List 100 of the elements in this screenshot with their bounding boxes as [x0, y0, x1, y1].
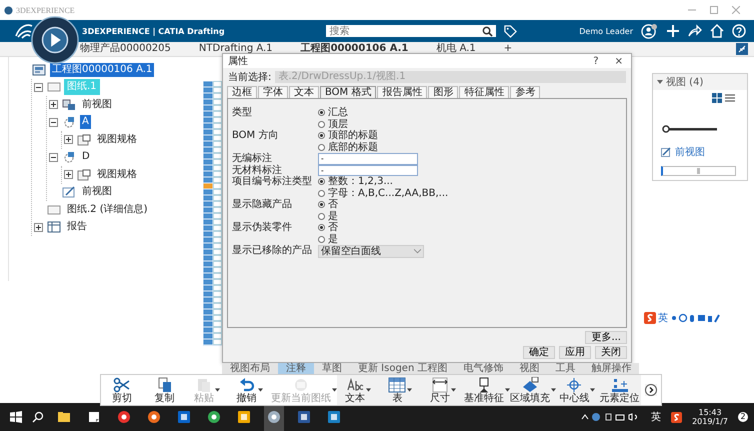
tag-icon[interactable]	[504, 24, 518, 38]
compass-icon[interactable]	[31, 16, 79, 64]
taskbar-app-icon[interactable]	[117, 410, 131, 424]
ribbon-tab[interactable]: 触屏操作	[583, 363, 640, 374]
avatar-icon[interactable]	[641, 24, 658, 38]
dialog-tab[interactable]: BOM 格式	[320, 86, 376, 98]
tree-item[interactable]: A	[80, 115, 91, 130]
taskbar-app-icon[interactable]	[147, 410, 161, 424]
radio-option[interactable]: 否	[318, 199, 338, 210]
tree-item[interactable]: D	[80, 150, 92, 164]
expand-icon[interactable]	[64, 135, 73, 144]
ribbon-tab[interactable]: 电气修饰	[455, 363, 512, 374]
grid-view-icon[interactable]	[712, 93, 722, 103]
document-tab[interactable]: +	[504, 43, 512, 55]
dialog-tab[interactable]: 文本	[289, 86, 319, 98]
expand-icon[interactable]	[64, 170, 73, 180]
taskbar-app-icon[interactable]	[267, 410, 281, 424]
caret-icon[interactable]	[590, 388, 596, 392]
close-button[interactable]: 关闭	[595, 346, 627, 359]
toolbar-button[interactable]: 元素定位	[600, 376, 640, 404]
ribbon-tab[interactable]: 工具	[547, 363, 584, 374]
list-view-icon[interactable]	[725, 93, 735, 103]
radio-option[interactable]: 汇总	[318, 107, 348, 118]
document-tab[interactable]: NTDrafting A.1	[198, 43, 273, 55]
dialog-tab[interactable]: 报告属性	[377, 86, 428, 98]
ribbon-tab[interactable]: 注释	[278, 363, 314, 374]
toolbar-button[interactable]: 复制	[154, 376, 175, 404]
ime-tools-icon[interactable]	[670, 313, 720, 323]
share-icon[interactable]	[688, 24, 702, 38]
ribbon-tab[interactable]: 视图	[511, 363, 548, 374]
taskbar-app-icon[interactable]	[297, 410, 311, 424]
search-field[interactable]: 搜索	[326, 25, 496, 37]
dialog-tab[interactable]: 参考	[510, 86, 540, 98]
expand-icon[interactable]	[49, 100, 58, 110]
ime-indicator[interactable]: 英	[651, 410, 662, 424]
tree-item[interactable]: 报告	[65, 220, 89, 234]
help-icon[interactable]	[732, 24, 746, 38]
radio-option[interactable]: 整数：1,2,3...	[318, 176, 448, 188]
radio-option[interactable]: 字母：A,B,C...Z,AA,BB,...	[318, 188, 448, 199]
tree-item[interactable]: 工程图00000106 A.1	[50, 62, 154, 77]
text-field[interactable]: -	[318, 153, 418, 164]
radio-option[interactable]: 顶部的标题	[318, 130, 378, 142]
taskbar-app-icon[interactable]	[177, 410, 191, 424]
help-button[interactable]: ?	[593, 56, 599, 66]
home-icon[interactable]	[710, 24, 724, 38]
expand-icon[interactable]	[34, 222, 43, 232]
dialog-tab[interactable]: 边框	[227, 86, 257, 98]
document-tab[interactable]: 物理产品00000205	[80, 43, 171, 55]
clock-date[interactable]: 2019/1/7	[692, 417, 728, 426]
clock-time[interactable]: 15:43	[698, 408, 722, 417]
taskbar-app-icon[interactable]	[327, 410, 341, 424]
caret-icon[interactable]	[505, 388, 510, 392]
user-name[interactable]: Demo Leader	[579, 26, 634, 36]
radio-option[interactable]: 底部的标题	[318, 142, 378, 153]
start-icon[interactable]	[10, 411, 22, 423]
radio-option[interactable]: 是	[318, 210, 338, 222]
next-icon[interactable]	[644, 384, 657, 396]
ok-button[interactable]: 确定	[523, 346, 555, 359]
taskbar-app-icon[interactable]	[57, 410, 71, 424]
plus-icon[interactable]	[666, 24, 680, 38]
toolbar-button[interactable]: 撤销	[236, 376, 257, 404]
dialog-tab[interactable]: 字体	[258, 86, 288, 98]
radio-option[interactable]: 否	[318, 222, 338, 234]
radio-option[interactable]: 顶层	[318, 118, 348, 130]
sheet-icon	[77, 134, 91, 146]
dialog-tab[interactable]: 特征属性	[459, 86, 510, 98]
taskbar-app-icon[interactable]	[87, 410, 101, 424]
document-tab[interactable]: 机电 A.1	[436, 43, 476, 55]
ime-mode[interactable]: 英	[658, 311, 668, 325]
caret-icon[interactable]	[450, 388, 456, 392]
caret-icon[interactable]	[551, 388, 556, 392]
ribbon-tab[interactable]: 更新 Isogen 工程图	[350, 363, 456, 374]
more-button[interactable]: 更多...	[585, 331, 627, 344]
search-icon[interactable]	[482, 26, 494, 37]
document-tab[interactable]: 工程图00000106 A.1	[300, 43, 408, 55]
tree-item[interactable]: 前视图	[80, 98, 114, 112]
scroll-bar[interactable]	[661, 166, 736, 176]
tree-item[interactable]: 图纸.2 (详细信息)	[65, 202, 150, 217]
dialog-tab[interactable]: 图形	[428, 86, 458, 98]
ribbon-tab[interactable]: 视图布局	[222, 363, 278, 374]
apply-button[interactable]: 应用	[559, 346, 591, 359]
tree-item[interactable]: 前视图	[80, 185, 114, 200]
caret-icon[interactable]	[657, 80, 663, 84]
view-link[interactable]: 前视图	[675, 145, 705, 159]
text-field[interactable]: -	[318, 164, 418, 176]
close-button[interactable]: ×	[614, 56, 623, 66]
search-icon[interactable]	[32, 411, 44, 423]
toolbar-button[interactable]: 剪切	[112, 376, 132, 404]
notification-badge[interactable]: 2	[738, 412, 748, 422]
ime-logo-icon[interactable]	[671, 412, 682, 422]
tree-item[interactable]: 视图规格	[95, 132, 139, 147]
ribbon-tab[interactable]: 草图	[314, 363, 350, 374]
caret-icon[interactable]	[258, 388, 263, 392]
taskbar-app-icon[interactable]	[207, 410, 221, 424]
caret-icon[interactable]	[407, 388, 412, 392]
caret-icon[interactable]	[366, 388, 371, 392]
radio-option[interactable]: 是	[318, 234, 338, 245]
tree-item[interactable]: 视图规格	[95, 168, 139, 182]
taskbar-app-icon[interactable]	[237, 410, 251, 424]
dropdown[interactable]: 保留空白面线	[318, 245, 424, 258]
